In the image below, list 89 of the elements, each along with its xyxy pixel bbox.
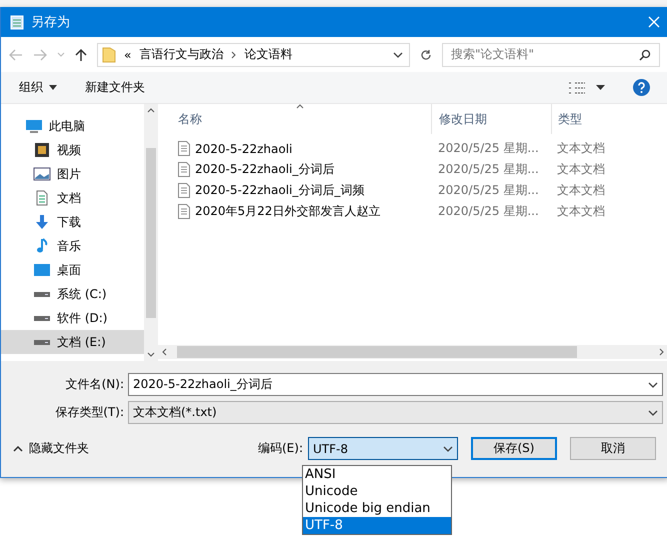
filename-field[interactable]: 2020-5-22zhaoli_分词后 <box>128 373 663 396</box>
file-type: 文本文档 <box>556 203 605 220</box>
nav-label: 此电脑 <box>49 118 85 134</box>
nav-item[interactable]: 音乐 <box>1 234 144 258</box>
download-icon <box>33 214 51 230</box>
overflow-chevron[interactable]: « <box>124 48 132 62</box>
search-icon <box>639 48 651 60</box>
folder-icon <box>102 46 116 62</box>
nav-item[interactable]: 文档 <box>1 186 144 210</box>
file-name[interactable]: 2020-5-22zhaoli <box>195 142 292 156</box>
file-date: 2020/5/25 星期... <box>437 161 540 178</box>
text-file-icon <box>178 183 190 198</box>
nav-item[interactable]: 桌面 <box>1 258 144 282</box>
nav-item[interactable]: 系统 (C:) <box>1 282 144 306</box>
encoding-dropdown[interactable]: UTF-8 <box>308 437 458 460</box>
scroll-left-icon[interactable] <box>162 348 167 356</box>
filetype-label: 保存类型(T): <box>54 404 125 421</box>
desktop-icon <box>33 262 51 278</box>
encoding-label: 编码(E): <box>258 440 303 457</box>
nav-label: 文档 (E:) <box>57 334 106 350</box>
close-icon[interactable] <box>648 16 660 28</box>
filename-label: 文件名(N): <box>64 376 125 393</box>
search-field[interactable]: 搜索"论文语料" <box>442 42 660 66</box>
notepad-icon <box>9 14 25 30</box>
chevron-down-icon <box>648 382 658 388</box>
sort-up-icon <box>296 104 304 109</box>
encoding-option[interactable]: Unicode <box>303 483 451 500</box>
file-date: 2020/5/25 星期... <box>437 182 540 199</box>
nav-item[interactable]: 视频 <box>1 138 144 162</box>
chevron-down-icon <box>443 446 453 452</box>
file-date: 2020/5/25 星期... <box>437 203 540 220</box>
breadcrumb[interactable]: 言语行文与政治 <box>139 46 224 63</box>
encoding-option[interactable]: Unicode big endian <box>303 500 451 517</box>
text-file-icon <box>178 204 190 219</box>
nav-label: 文档 <box>57 190 81 206</box>
separator-icon[interactable] <box>231 50 236 58</box>
file-name[interactable]: 2020年5月22日外交部发言人赵立 <box>195 203 380 220</box>
encoding-option[interactable]: ANSI <box>303 466 451 483</box>
dropdown-icon <box>393 52 403 58</box>
breadcrumb[interactable]: 论文语料 <box>244 46 292 63</box>
nav-label: 音乐 <box>57 238 81 254</box>
nav-label: 系统 (C:) <box>57 286 107 302</box>
up-icon[interactable] <box>75 48 87 62</box>
encoding-option[interactable]: UTF-8 <box>303 517 451 534</box>
text-file-icon <box>178 141 190 156</box>
refresh-icon[interactable] <box>420 48 432 60</box>
organize-button[interactable]: 组织 <box>19 79 57 96</box>
new-folder-button[interactable]: 新建文件夹 <box>85 79 145 96</box>
computer-icon <box>25 118 43 134</box>
save-button[interactable]: 保存(S) <box>471 437 557 460</box>
drive-icon <box>34 340 50 344</box>
window-title: 另存为 <box>31 14 71 31</box>
file-name[interactable]: 2020-5-22zhaoli_分词后_词频 <box>195 182 364 199</box>
scroll-right-icon[interactable] <box>659 348 664 356</box>
scroll-down-icon[interactable] <box>147 352 155 357</box>
video-icon <box>33 142 51 158</box>
nav-item[interactable]: 图片 <box>1 162 144 186</box>
drive-icon <box>34 292 50 296</box>
file-type: 文本文档 <box>556 182 605 199</box>
view-list-icon[interactable] <box>568 80 586 94</box>
caret-icon[interactable] <box>596 85 605 90</box>
scroll-up-icon[interactable] <box>147 108 155 113</box>
chevron-up-icon <box>13 446 23 452</box>
column-header[interactable]: 名称 <box>158 110 431 128</box>
file-name[interactable]: 2020-5-22zhaoli_分词后 <box>195 161 334 178</box>
file-type: 文本文档 <box>556 140 605 157</box>
nav-label: 图片 <box>57 166 81 182</box>
column-header[interactable]: 修改日期 <box>431 104 551 134</box>
nav-item[interactable]: 此电脑 <box>1 114 144 138</box>
nav-item[interactable]: 下载 <box>1 210 144 234</box>
hide-folders-toggle[interactable]: 隐藏文件夹 <box>13 440 89 457</box>
file-type: 文本文档 <box>556 161 605 178</box>
nav-item[interactable]: 文档 (E:) <box>1 330 144 354</box>
nav-label: 下载 <box>57 214 81 230</box>
drive-icon <box>34 316 50 320</box>
column-header[interactable]: 类型 <box>551 104 582 134</box>
nav-label: 桌面 <box>57 262 81 278</box>
caret-icon <box>49 85 57 90</box>
picture-icon <box>33 166 51 182</box>
file-date: 2020/5/25 星期... <box>437 140 540 157</box>
help-icon[interactable] <box>633 79 650 96</box>
nav-item[interactable]: 软件 (D:) <box>1 306 144 330</box>
nav-label: 软件 (D:) <box>57 310 108 326</box>
text-file-icon <box>178 162 190 177</box>
filetype-dropdown[interactable]: 文本文档(*.txt) <box>128 401 663 424</box>
chevron-down-icon <box>648 410 658 416</box>
address-bar[interactable]: « 言语行文与政治 论文语料 <box>97 42 410 66</box>
nav-label: 视频 <box>57 142 81 158</box>
cancel-button[interactable]: 取消 <box>570 437 656 460</box>
